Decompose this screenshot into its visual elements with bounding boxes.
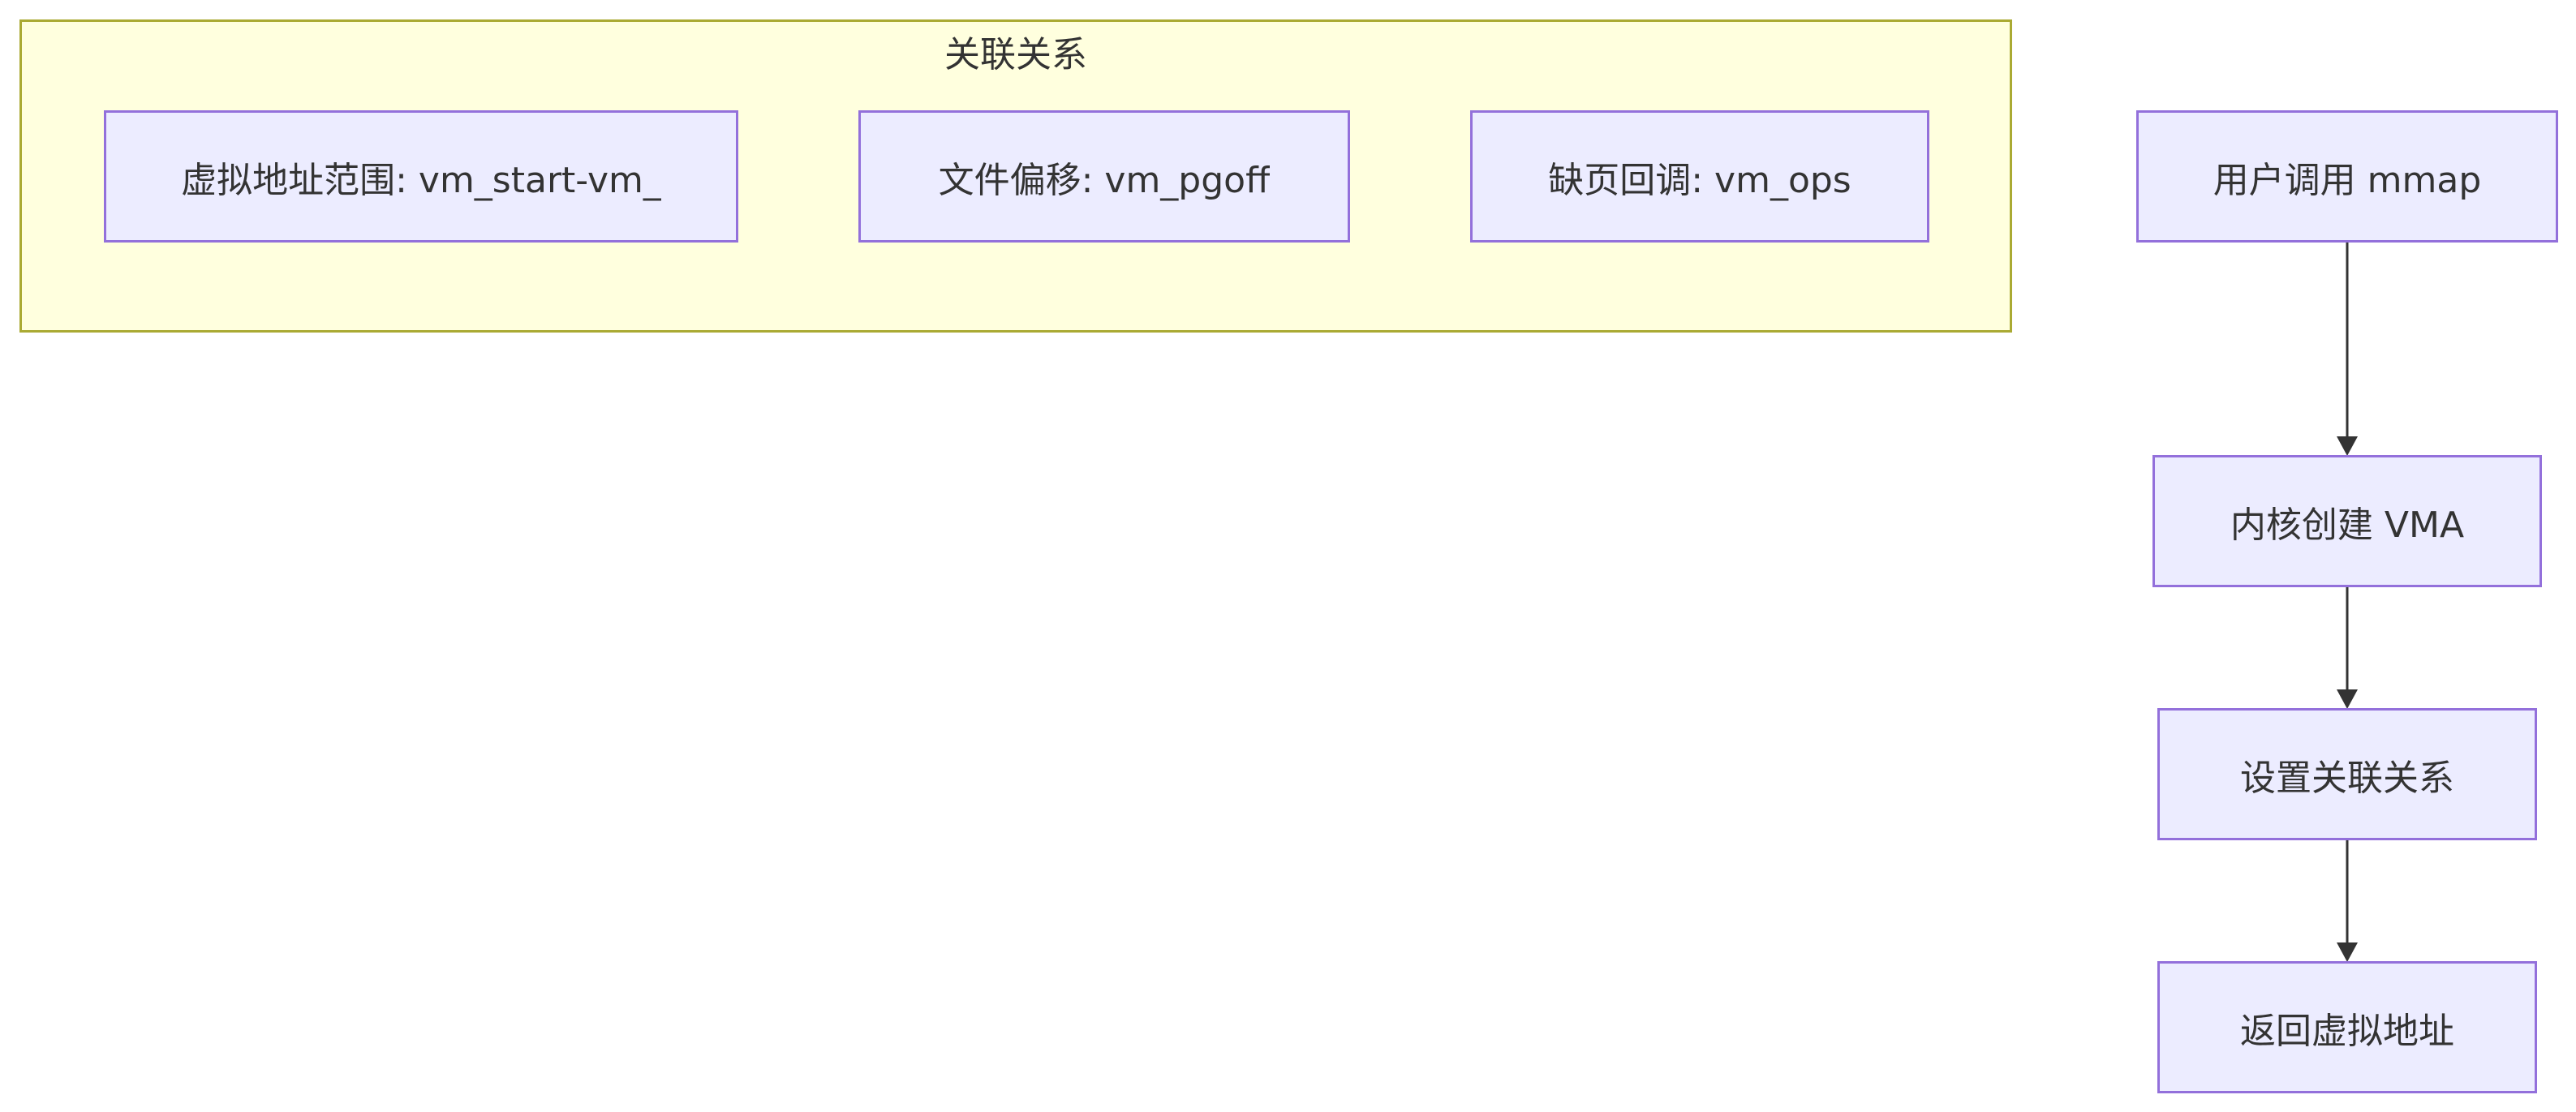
node-return-vaddr[interactable]: 返回虚拟地址 [2157,961,2537,1093]
node-return-vaddr-label: 返回虚拟地址 [2240,1010,2454,1052]
edge-set-relation-to-return-vaddr [2337,840,2358,962]
edge-user-mmap-to-kernel-vma [2337,243,2358,456]
node-kernel-vma[interactable]: 内核创建 VMA [2152,455,2542,587]
edge-kernel-vma-to-set-relation [2337,587,2358,709]
node-user-mmap[interactable]: 用户调用 mmap [2136,110,2558,243]
node-user-mmap-label: 用户调用 mmap [2213,159,2482,201]
node-kernel-vma-label: 内核创建 VMA [2230,504,2465,546]
node-set-relation-label: 设置关联关系 [2240,757,2454,799]
node-set-relation[interactable]: 设置关联关系 [2157,708,2537,840]
